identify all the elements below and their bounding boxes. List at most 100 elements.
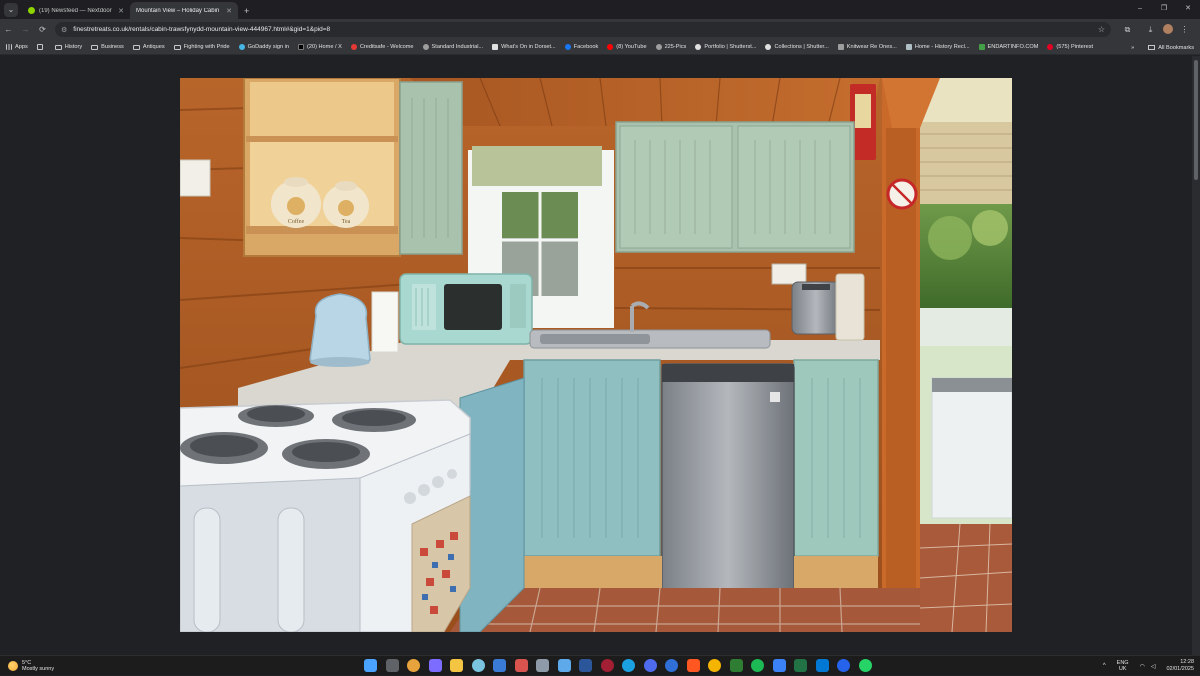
app-icon[interactable] [708, 659, 721, 672]
bookmark-pinterest[interactable]: (575) Pinterest [1047, 44, 1093, 50]
outlook-icon[interactable] [815, 659, 829, 672]
bookmark-grid[interactable] [36, 44, 46, 50]
search-icon[interactable] [385, 659, 399, 672]
edge-icon[interactable] [622, 659, 635, 672]
bookmarks-overflow-button[interactable]: » [1131, 45, 1134, 51]
chrome-icon[interactable] [407, 659, 420, 672]
globe-icon [655, 44, 662, 50]
app-icon[interactable] [665, 659, 678, 672]
bookmark-facebook[interactable]: Facebook [564, 44, 598, 50]
browser-toolbar: ← → ⟳ ⚙ finestretreats.co.uk/rentals/cab… [0, 19, 1200, 40]
tab-mountain-view[interactable]: Mountain View – Holiday Cabin ✕ [130, 2, 238, 19]
endartinfo-icon [978, 44, 985, 50]
clock-time: 12:28 [1180, 659, 1194, 665]
start-icon[interactable] [364, 659, 377, 672]
bookmark-creditsafe[interactable]: Creditsafe - Welcome [350, 44, 414, 50]
calculator-icon[interactable] [536, 659, 549, 672]
bookmarks-right: » All Bookmarks [1131, 40, 1194, 54]
extensions-icon[interactable]: ⧉ [1119, 25, 1136, 35]
close-icon[interactable]: ✕ [118, 7, 124, 15]
scrollbar-thumb[interactable] [1194, 60, 1198, 180]
avatar[interactable] [1159, 23, 1176, 36]
app-icon[interactable] [729, 659, 743, 672]
app-icon[interactable] [557, 659, 571, 672]
toolbar-actions: ⧉ ⤓ ⋮ [1119, 23, 1193, 36]
kitchen-photo[interactable]: Coffee Tea [180, 78, 1012, 632]
bookmark-knitwear[interactable]: Knitwear Re Ones... [837, 44, 897, 50]
clock[interactable]: 12:28 02/01/2025 [1166, 659, 1194, 673]
coffee-label: Coffee [288, 218, 305, 225]
app-icon[interactable] [772, 659, 786, 672]
reload-button[interactable]: ⟳ [34, 25, 51, 34]
taskbar-apps [364, 659, 880, 672]
tab-search-button[interactable]: ⌄ [4, 3, 18, 17]
region-code: UK [1118, 666, 1127, 672]
bookmark-history[interactable]: History [54, 44, 83, 50]
window-controls: – ❐ ✕ [1128, 0, 1200, 19]
forward-button[interactable]: → [17, 25, 34, 34]
shutterstock-icon [765, 44, 772, 50]
weather-widget[interactable]: 5°C Mostly sunny [8, 660, 128, 672]
bookmark-collections-shutterstock[interactable]: Collections | Shutter... [765, 44, 829, 50]
bookmark-label: GoDaddy sign in [247, 44, 290, 50]
app-icon[interactable] [471, 659, 485, 672]
bookmark-antiques[interactable]: Antiques [132, 44, 165, 50]
new-tab-button[interactable]: + [244, 6, 249, 16]
tab-title: (19) Newsfeed — Nextdoor [39, 7, 112, 14]
creditsafe-icon [350, 44, 357, 50]
bookmark-business[interactable]: Business [91, 44, 124, 50]
app-icon[interactable] [643, 659, 657, 672]
copilot-icon[interactable] [428, 659, 442, 672]
bookmark-label: (20) Home / X [307, 44, 342, 50]
bookmark-x[interactable]: (20) Home / X [298, 44, 342, 50]
bookmark-youtube[interactable]: (8) YouTube [607, 44, 647, 50]
all-bookmarks-button[interactable]: All Bookmarks [1158, 45, 1194, 51]
bookmark-label: History [64, 44, 83, 50]
url-text[interactable]: finestretreats.co.uk/rentals/cabin-traws… [73, 26, 1098, 33]
app-icon[interactable] [837, 659, 850, 672]
facebook-icon [564, 44, 571, 50]
bookmark-standard-industrial[interactable]: Standard Industrial... [422, 44, 484, 50]
bookmark-label: Standard Industrial... [431, 44, 484, 50]
close-icon[interactable]: ✕ [226, 7, 232, 15]
close-window-button[interactable]: ✕ [1176, 0, 1200, 19]
bookmark-label: Antiques [142, 44, 165, 50]
back-button[interactable]: ← [0, 25, 17, 34]
godaddy-icon [238, 44, 245, 50]
volume-icon[interactable]: ◁ [1151, 663, 1156, 670]
download-icon[interactable]: ⤓ [1142, 25, 1159, 35]
wifi-icon[interactable]: ◠ [1140, 663, 1145, 670]
brave-icon[interactable] [686, 659, 700, 672]
chevron-up-icon[interactable]: ^ [1103, 663, 1106, 669]
spotify-icon[interactable] [751, 659, 764, 672]
bookmark-godaddy[interactable]: GoDaddy sign in [238, 44, 290, 50]
sun-icon [8, 660, 18, 671]
site-info-icon[interactable]: ⚙ [61, 26, 67, 34]
bookmark-history-reclaimed[interactable]: Home - History Recl... [905, 44, 970, 50]
word-icon[interactable] [579, 659, 592, 672]
page-icon [905, 44, 912, 50]
page-scrollbar[interactable] [1192, 56, 1200, 655]
bookmark-label: ENDARTINFO.COM [987, 44, 1039, 50]
bookmark-fighting-with-pride[interactable]: Fighting with Pride [173, 44, 230, 50]
bookmark-endartinfo[interactable]: ENDARTINFO.COM [978, 44, 1039, 50]
language-indicator[interactable]: ENG UK [1117, 660, 1129, 672]
address-bar[interactable]: ⚙ finestretreats.co.uk/rentals/cabin-tra… [55, 22, 1111, 37]
folder-icon [91, 44, 99, 50]
bookmark-whats-on-dorset[interactable]: What's On in Dorset... [492, 44, 556, 50]
tab-nextdoor[interactable]: (19) Newsfeed — Nextdoor ✕ [22, 2, 130, 19]
shield-icon[interactable] [493, 659, 506, 672]
bookmark-star-icon[interactable]: ☆ [1098, 25, 1105, 34]
bookmark-apps[interactable]: Apps [6, 44, 28, 50]
pinterest-icon [1047, 44, 1054, 50]
restore-button[interactable]: ❐ [1152, 0, 1176, 19]
whatsapp-icon[interactable] [858, 659, 872, 672]
app-icon[interactable] [514, 659, 528, 672]
bookmark-225-pics[interactable]: 225-Pics [655, 44, 686, 50]
app-icon[interactable] [600, 659, 614, 672]
minimize-button[interactable]: – [1128, 0, 1152, 19]
excel-icon[interactable] [794, 659, 807, 672]
menu-icon[interactable]: ⋮ [1176, 25, 1193, 34]
file-explorer-icon[interactable] [450, 659, 463, 672]
bookmark-portfolio-shutterstock[interactable]: Portfolio | Shutterst... [695, 44, 756, 50]
